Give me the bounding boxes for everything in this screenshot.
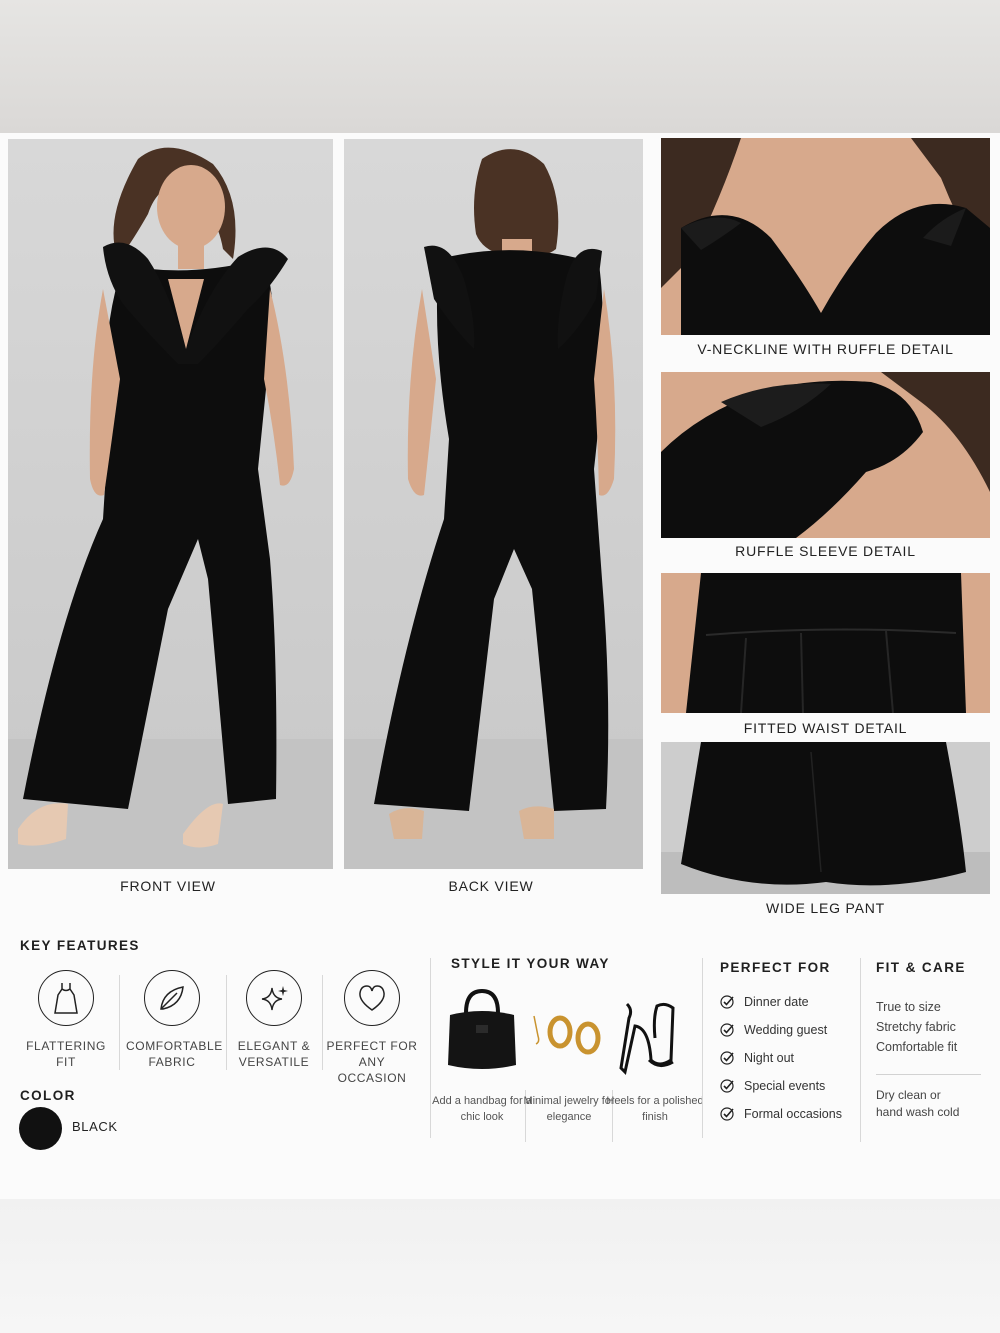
key-features-title: KEY FEATURES — [20, 938, 140, 953]
feature-elegant-versatile: ELEGANT & VERSATILE — [228, 970, 320, 1070]
back-view-label: BACK VIEW — [448, 878, 534, 894]
color-title: COLOR — [20, 1088, 76, 1103]
sleeve-detail-image — [661, 372, 990, 538]
feature-comfortable-fabric: COMFORTABLE FABRIC — [126, 970, 223, 1070]
style-it-title: STYLE IT YOUR WAY — [451, 956, 610, 971]
front-view-label: FRONT VIEW — [120, 878, 216, 894]
style-label-handbag: Add a handbag for a chic look — [432, 1095, 532, 1123]
perfect-for-item: Night out — [720, 1051, 794, 1065]
sleeve-detail-label: RUFFLE SLEEVE DETAIL — [735, 543, 916, 559]
bottom-band — [0, 1199, 1000, 1333]
color-swatch-black[interactable] — [19, 1107, 62, 1150]
section-divider — [702, 958, 703, 1138]
heels-icon — [619, 1002, 675, 1076]
sleeve-detail-photo — [661, 372, 990, 538]
fit-note: Stretchy fabric — [876, 1020, 956, 1034]
check-circle-icon — [720, 1051, 734, 1065]
feature-divider — [119, 975, 120, 1070]
section-divider — [430, 958, 431, 1138]
fit-care-divider — [876, 1074, 981, 1075]
feature-divider — [322, 975, 323, 1070]
feature-label: COMFORTABLE FABRIC — [126, 1039, 223, 1069]
check-circle-icon — [720, 1079, 734, 1093]
perfect-for-item: Special events — [720, 1079, 825, 1093]
perfect-for-item: Dinner date — [720, 995, 809, 1009]
section-divider — [860, 958, 861, 1142]
feature-label: FLATTERING FIT — [26, 1039, 106, 1069]
pant-detail-label: WIDE LEG PANT — [765, 900, 886, 916]
hoop-earrings-icon — [533, 1015, 601, 1055]
perfect-for-title: PERFECT FOR — [720, 960, 831, 975]
heart-icon — [344, 970, 400, 1026]
check-circle-icon — [720, 1023, 734, 1037]
top-band — [0, 0, 1000, 133]
style-label-jewelry: Minimal jewelry for elegance — [523, 1095, 615, 1123]
style-label-heels: Heels for a polished finish — [606, 1095, 704, 1123]
perfect-for-item: Wedding guest — [720, 1023, 827, 1037]
fit-note: True to size — [876, 1000, 941, 1014]
fit-note: Comfortable fit — [876, 1040, 958, 1054]
perfect-for-label: Special events — [744, 1079, 826, 1093]
waist-detail-image — [686, 573, 966, 713]
back-view-model — [344, 149, 643, 869]
feature-divider — [226, 975, 227, 1070]
perfect-for-label: Wedding guest — [744, 1023, 828, 1037]
color-name: BLACK — [72, 1119, 118, 1134]
perfect-for-label: Formal occasions — [744, 1107, 842, 1121]
care-note: hand wash cold — [876, 1105, 960, 1119]
front-view-model — [8, 147, 333, 869]
handbag-icon — [448, 988, 516, 1069]
care-note: Dry clean or — [876, 1088, 941, 1102]
front-view-photo — [8, 139, 333, 869]
perfect-for-label: Night out — [744, 1051, 795, 1065]
fit-care-title: FIT & CARE — [876, 960, 966, 975]
waist-detail-label: FITTED WAIST DETAIL — [743, 720, 908, 736]
neckline-detail-label: V-NECKLINE WITH RUFFLE DETAIL — [697, 341, 954, 357]
perfect-for-label: Dinner date — [744, 995, 809, 1009]
waist-detail-photo — [661, 573, 990, 713]
feature-label: PERFECT FOR ANY OCCASION — [326, 1039, 418, 1085]
back-view-photo — [344, 139, 643, 869]
dress-icon — [38, 970, 94, 1026]
check-circle-icon — [720, 1107, 734, 1121]
check-circle-icon — [720, 995, 734, 1009]
pant-detail-image — [661, 742, 990, 894]
leaf-icon — [144, 970, 200, 1026]
pant-detail-photo — [661, 742, 990, 894]
perfect-for-item: Formal occasions — [720, 1107, 842, 1121]
feature-perfect-occasion: PERFECT FOR ANY OCCASION — [326, 970, 418, 1086]
feature-label: ELEGANT & VERSATILE — [237, 1039, 311, 1069]
sparkle-icon — [246, 970, 302, 1026]
neckline-detail-photo — [661, 138, 990, 335]
feature-flattering-fit: FLATTERING FIT — [20, 970, 112, 1070]
neckline-detail-image — [661, 138, 990, 335]
